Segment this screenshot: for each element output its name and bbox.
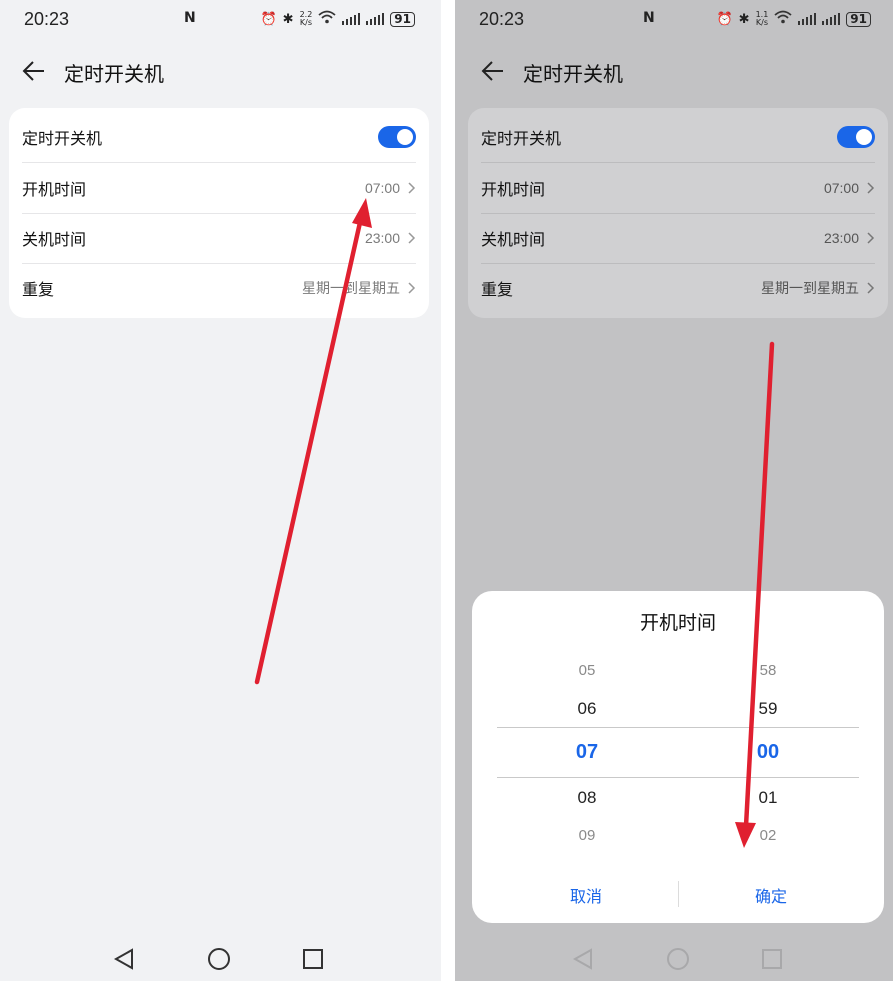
power-off-time-row[interactable]: 关机时间 23:00 bbox=[481, 213, 875, 264]
hour-selected[interactable]: 07 bbox=[557, 741, 617, 764]
row-value: 23:00 bbox=[823, 230, 859, 246]
minute-selected[interactable]: 00 bbox=[738, 741, 798, 764]
row-label: 开机时间 bbox=[481, 180, 546, 199]
status-bar: 20:23 N ⏰ ✱ 2.2 K/s 91 bbox=[0, 0, 441, 38]
signal-icon bbox=[342, 13, 361, 25]
chevron-right-icon bbox=[408, 232, 416, 244]
divider bbox=[441, 0, 455, 981]
nfc-icon: N bbox=[184, 10, 196, 26]
row-value: 07:00 bbox=[364, 180, 400, 196]
bluetooth-icon: ✱ bbox=[738, 11, 750, 27]
power-on-time-row[interactable]: 开机时间 07:00 bbox=[22, 163, 416, 214]
alarm-icon: ⏰ bbox=[716, 11, 733, 27]
chevron-right-icon bbox=[867, 232, 875, 244]
row-label: 重复 bbox=[22, 280, 55, 299]
bluetooth-icon: ✱ bbox=[282, 11, 294, 27]
row-label: 关机时间 bbox=[22, 230, 87, 249]
chevron-right-icon bbox=[408, 282, 416, 294]
repeat-row[interactable]: 重复 星期一到星期五 bbox=[22, 263, 416, 313]
settings-card: 定时开关机 开机时间 07:00 关机时间 23:00 重复 星期一到星期五 bbox=[468, 108, 888, 318]
time-picker-dialog: 开机时间 05 06 07 08 09 58 59 00 01 02 取消 确定 bbox=[472, 591, 884, 923]
status-icons: ⏰ ✱ 1.1 K/s 91 bbox=[716, 10, 871, 28]
navigation-bar bbox=[0, 941, 441, 981]
repeat-row[interactable]: 重复 星期一到星期五 bbox=[481, 263, 875, 313]
selection-line-top bbox=[497, 727, 859, 728]
status-time: 20:23 bbox=[24, 9, 70, 29]
settings-card: 定时开关机 开机时间 07:00 关机时间 23:00 重复 星期一到星期五 bbox=[9, 108, 429, 318]
toggle-row[interactable]: 定时开关机 bbox=[481, 112, 875, 163]
battery-icon: 91 bbox=[390, 11, 415, 27]
minute-option[interactable]: 02 bbox=[738, 827, 798, 844]
dialog-title: 开机时间 bbox=[639, 612, 716, 634]
status-time: 20:23 bbox=[479, 9, 525, 29]
hour-option[interactable]: 09 bbox=[557, 827, 617, 844]
back-arrow-icon[interactable] bbox=[20, 58, 48, 84]
row-label: 定时开关机 bbox=[481, 129, 562, 148]
schedule-toggle[interactable] bbox=[378, 126, 416, 148]
row-label: 定时开关机 bbox=[22, 129, 103, 148]
signal-icon bbox=[798, 13, 817, 25]
back-arrow-icon[interactable] bbox=[479, 58, 507, 84]
hour-option[interactable]: 06 bbox=[557, 699, 617, 719]
minute-option[interactable]: 01 bbox=[738, 788, 798, 808]
battery-icon: 91 bbox=[846, 11, 871, 27]
wifi-icon bbox=[318, 10, 336, 28]
network-speed: 2.2 K/s bbox=[299, 10, 313, 27]
cancel-button[interactable]: 取消 bbox=[526, 883, 646, 907]
nav-home-icon[interactable] bbox=[205, 945, 233, 973]
row-value: 星期一到星期五 bbox=[302, 280, 400, 296]
minute-option[interactable]: 58 bbox=[738, 662, 798, 679]
page-title: 定时开关机 bbox=[523, 62, 623, 86]
alarm-icon: ⏰ bbox=[260, 11, 277, 27]
navigation-bar bbox=[455, 941, 893, 981]
status-bar: 20:23 N ⏰ ✱ 1.1 K/s 91 bbox=[455, 0, 893, 38]
nav-recents-icon[interactable] bbox=[758, 945, 786, 973]
settings-screen-with-picker: 20:23 N ⏰ ✱ 1.1 K/s 91 定时开关机 定时开关机 开机时间 0… bbox=[455, 0, 893, 981]
hour-option[interactable]: 08 bbox=[557, 788, 617, 808]
wifi-icon bbox=[774, 10, 792, 28]
app-header: 定时开关机 bbox=[0, 50, 441, 92]
chevron-right-icon bbox=[867, 182, 875, 194]
chevron-right-icon bbox=[408, 182, 416, 194]
toggle-row[interactable]: 定时开关机 bbox=[22, 112, 416, 163]
hour-option[interactable]: 05 bbox=[557, 662, 617, 679]
confirm-button[interactable]: 确定 bbox=[711, 883, 831, 907]
settings-screen: 20:23 N ⏰ ✱ 2.2 K/s 91 定时开关机 定时开关机 开机时间 0… bbox=[0, 0, 441, 981]
row-value: 07:00 bbox=[823, 180, 859, 196]
power-off-time-row[interactable]: 关机时间 23:00 bbox=[22, 213, 416, 264]
row-value: 23:00 bbox=[364, 230, 400, 246]
row-label: 关机时间 bbox=[481, 230, 546, 249]
chevron-right-icon bbox=[867, 282, 875, 294]
selection-line-bottom bbox=[497, 777, 859, 778]
signal-icon bbox=[366, 13, 385, 25]
schedule-toggle[interactable] bbox=[837, 126, 875, 148]
status-icons: ⏰ ✱ 2.2 K/s 91 bbox=[260, 10, 415, 28]
button-divider bbox=[678, 881, 679, 907]
app-header: 定时开关机 bbox=[455, 50, 893, 92]
row-label: 开机时间 bbox=[22, 180, 87, 199]
power-on-time-row[interactable]: 开机时间 07:00 bbox=[481, 163, 875, 214]
row-value: 星期一到星期五 bbox=[761, 280, 859, 296]
signal-icon bbox=[822, 13, 841, 25]
nav-back-icon[interactable] bbox=[110, 945, 138, 973]
page-title: 定时开关机 bbox=[64, 62, 164, 86]
row-label: 重复 bbox=[481, 280, 514, 299]
nfc-icon: N bbox=[643, 10, 655, 26]
network-speed: 1.1 K/s bbox=[755, 10, 769, 27]
nav-recents-icon[interactable] bbox=[299, 945, 327, 973]
nav-home-icon[interactable] bbox=[664, 945, 692, 973]
nav-back-icon[interactable] bbox=[569, 945, 597, 973]
minute-option[interactable]: 59 bbox=[738, 699, 798, 719]
